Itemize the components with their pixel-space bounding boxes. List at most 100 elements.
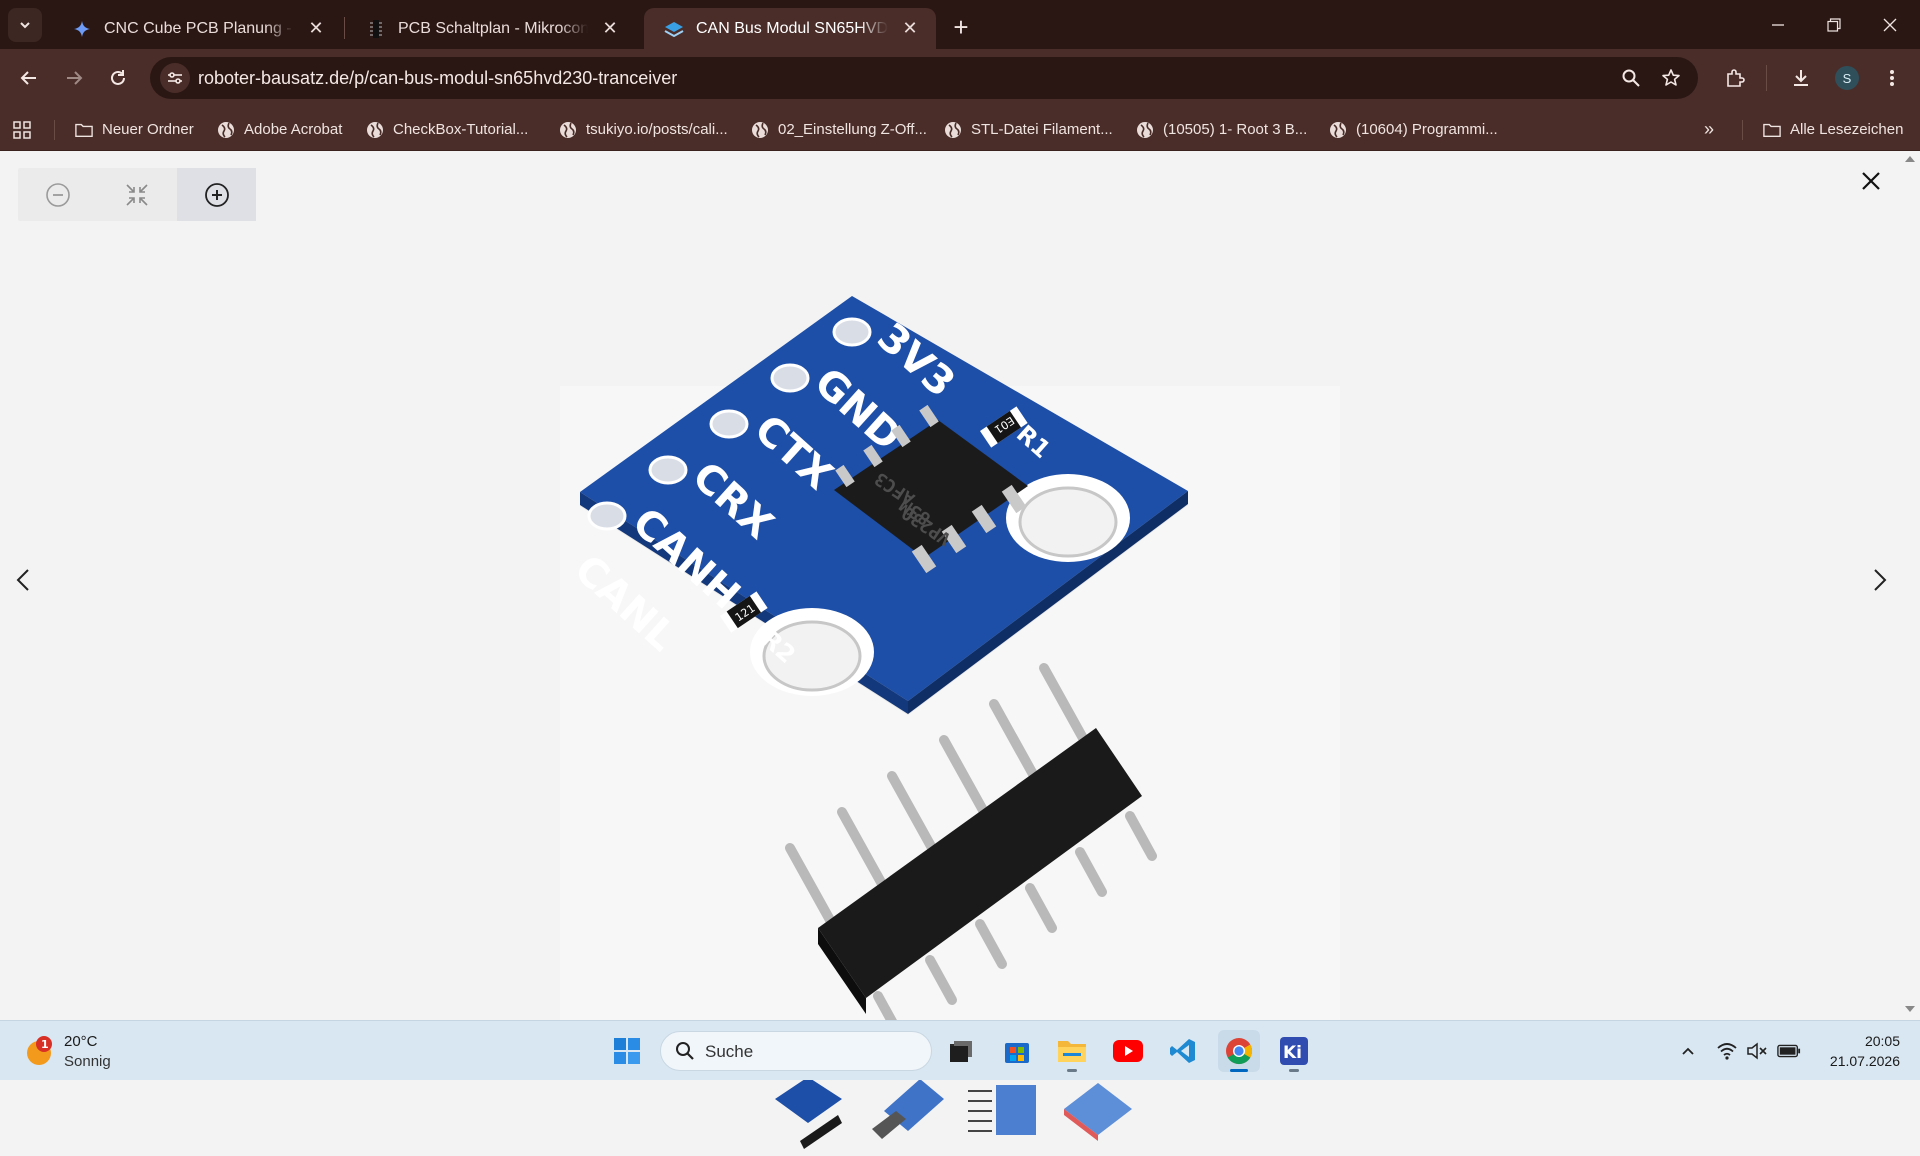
kebab-menu-icon [1890, 70, 1894, 86]
next-image-button[interactable] [1865, 560, 1895, 600]
downloads-button[interactable] [1784, 61, 1818, 95]
fit-screen-button[interactable] [97, 168, 176, 221]
bookmark-star-button[interactable] [1654, 61, 1688, 95]
taskbar-kicad[interactable]: Ki [1273, 1030, 1315, 1072]
bookmark-label: tsukiyo.io/posts/cali... [586, 121, 728, 138]
address-bar[interactable]: roboter-bausatz.de/p/can-bus-modul-sn65h… [150, 57, 1698, 99]
minimize-button[interactable] [1750, 0, 1806, 49]
taskbar-chrome[interactable] [1218, 1030, 1260, 1072]
page-scrollbar[interactable] [1900, 151, 1920, 1020]
battery-status[interactable] [1777, 1039, 1801, 1063]
bookmark-adobe-acrobat[interactable]: Adobe Acrobat [217, 116, 342, 143]
previous-image-button[interactable] [8, 560, 38, 600]
restore-button[interactable] [1806, 0, 1862, 49]
bookmark-checkbox-tutorial[interactable]: CheckBox-Tutorial... [366, 116, 528, 143]
globe-icon [1136, 121, 1154, 139]
volume-status[interactable] [1745, 1039, 1769, 1063]
bookmark-programmi[interactable]: (10604) Programmi... [1329, 116, 1498, 143]
bookmark-label: CheckBox-Tutorial... [393, 121, 529, 138]
bookmark-stl-datei[interactable]: STL-Datei Filament... [944, 116, 1113, 143]
bookmark-label: Neuer Ordner [102, 121, 194, 138]
bookmark-einstellung-z-offset[interactable]: 02_Einstellung Z-Off... [751, 116, 927, 143]
folder-icon [1763, 121, 1781, 139]
plus-icon: + [953, 11, 969, 42]
tray-overflow-button[interactable] [1676, 1039, 1700, 1063]
tab-strip: CNC Cube PCB Planung - Goog ✕ PCB Schalt… [0, 0, 1920, 49]
all-bookmarks-label: Alle Lesezeichen [1790, 121, 1904, 138]
start-button[interactable] [606, 1030, 648, 1072]
window-close-button[interactable] [1862, 0, 1918, 49]
chrome-icon [1226, 1038, 1253, 1065]
zoom-button[interactable] [1614, 61, 1648, 95]
globe-icon [366, 121, 384, 139]
url-text[interactable]: roboter-bausatz.de/p/can-bus-modul-sn65h… [198, 68, 677, 89]
forward-button[interactable] [57, 61, 91, 95]
bookmark-neuer-ordner[interactable]: Neuer Ordner [75, 116, 194, 143]
zoom-in-icon [204, 182, 229, 207]
zoom-in-button[interactable] [177, 168, 256, 221]
tab-cnc-cube[interactable]: CNC Cube PCB Planung - Goog ✕ [52, 8, 342, 49]
store-icon [1005, 1043, 1029, 1063]
taskbar-youtube[interactable] [1107, 1030, 1149, 1072]
minimize-icon [1772, 23, 1784, 26]
chip-icon [366, 19, 386, 39]
tab-close-icon[interactable]: ✕ [898, 17, 922, 41]
all-bookmarks-button[interactable]: Alle Lesezeichen [1763, 116, 1903, 143]
bookmarks-overflow-button[interactable]: » [1704, 116, 1714, 143]
bookmark-tsukiyo[interactable]: tsukiyo.io/posts/cali... [559, 116, 728, 143]
restore-icon [1827, 17, 1841, 32]
zoom-out-button[interactable] [18, 168, 97, 221]
reload-button[interactable] [101, 61, 135, 95]
globe-icon [559, 121, 577, 139]
tab-close-icon[interactable]: ✕ [598, 17, 622, 41]
scroll-up-icon[interactable] [1900, 151, 1920, 165]
extensions-button[interactable] [1718, 61, 1752, 95]
bookmark-label: Adobe Acrobat [244, 121, 343, 138]
windows-logo-icon [614, 1038, 640, 1064]
profile-button[interactable]: S [1830, 61, 1864, 95]
tab-can-bus-modul[interactable]: CAN Bus Modul SN65HVD230 T ✕ [644, 8, 936, 49]
taskbar-file-explorer[interactable] [1051, 1030, 1093, 1072]
running-indicator [1067, 1069, 1077, 1072]
bookmarks-divider [54, 120, 55, 140]
task-view-icon [950, 1041, 972, 1062]
chevron-up-icon [1682, 1047, 1694, 1055]
shop-logo-icon [664, 19, 684, 39]
menu-button[interactable] [1875, 61, 1909, 95]
globe-icon [217, 121, 235, 139]
tab-pcb-schaltplan[interactable]: PCB Schaltplan - Mikrocontrolle ✕ [346, 8, 636, 49]
tab-search-button[interactable] [8, 8, 42, 42]
tune-icon [168, 72, 182, 84]
youtube-icon [1113, 1040, 1143, 1062]
globe-icon [1329, 121, 1347, 139]
magnifier-icon [1622, 69, 1640, 87]
taskbar-vscode[interactable] [1162, 1030, 1204, 1072]
apps-button[interactable] [12, 116, 32, 143]
bookmark-root-3[interactable]: (10505) 1- Root 3 B... [1136, 116, 1307, 143]
puzzle-icon [1727, 69, 1745, 87]
arrow-right-icon [67, 71, 83, 85]
chevron-right-icon [1874, 569, 1887, 591]
wifi-status[interactable] [1715, 1039, 1739, 1063]
back-button[interactable] [12, 61, 46, 95]
product-image: 3V3 GND CTX CRX CANH CANL VP230 83M AFC3… [560, 296, 1340, 1051]
site-info-button[interactable] [160, 63, 190, 93]
taskbar-task-view[interactable] [940, 1030, 982, 1072]
system-clock[interactable]: 20:05 21.07.2026 [1810, 1031, 1900, 1071]
viewer-close-button[interactable] [1853, 163, 1889, 199]
taskbar-microsoft-store[interactable] [996, 1030, 1038, 1072]
wifi-icon [1717, 1043, 1737, 1060]
speaker-muted-icon [1747, 1042, 1767, 1060]
scroll-down-icon[interactable] [1900, 1003, 1920, 1017]
tab-close-icon[interactable]: ✕ [304, 17, 328, 41]
new-tab-button[interactable]: + [945, 11, 977, 43]
taskbar-search[interactable]: Suche [660, 1031, 932, 1071]
star-icon [1662, 69, 1680, 86]
browser-toolbar: roboter-bausatz.de/p/can-bus-modul-sn65h… [0, 49, 1920, 108]
reload-icon [111, 70, 125, 85]
folder-icon [1058, 1041, 1086, 1062]
weather-badge: 1 [41, 1038, 49, 1051]
bookmark-label: STL-Datei Filament... [971, 121, 1113, 138]
weather-widget[interactable]: 1 20°C Sonnig [22, 1031, 132, 1071]
zoom-controls [18, 168, 256, 221]
